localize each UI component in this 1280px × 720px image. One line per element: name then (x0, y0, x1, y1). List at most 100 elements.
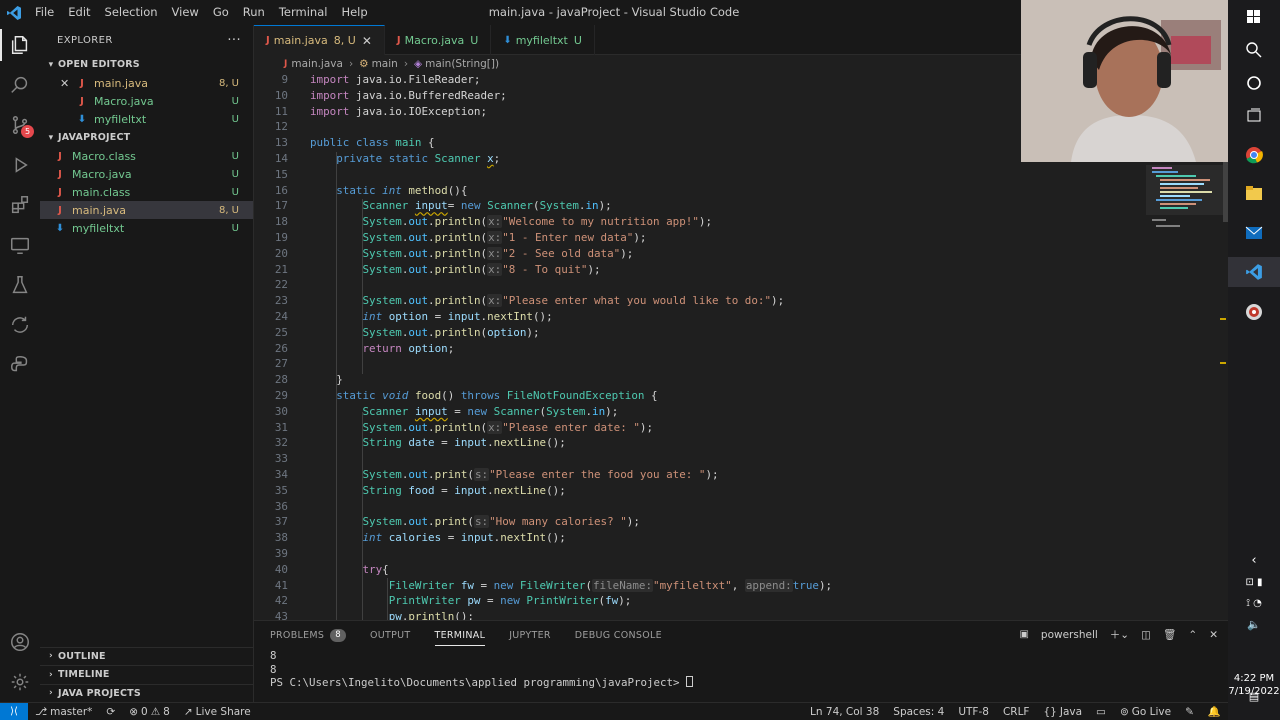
tab-debug-console[interactable]: DEBUG CONSOLE (575, 621, 662, 649)
breadcrumb-class[interactable]: main (372, 58, 398, 70)
menu-view[interactable]: View (165, 0, 206, 25)
end-of-line[interactable]: CRLF (996, 706, 1037, 718)
code-line: 40 try{ (274, 562, 389, 576)
menu-selection[interactable]: Selection (98, 0, 165, 25)
file-tree-item[interactable]: ⬇ myfileltxt U (40, 219, 253, 237)
volume-icon[interactable]: 🔈 (1228, 613, 1280, 635)
python-icon[interactable] (0, 345, 40, 385)
tab-myfileltxt[interactable]: ⬇ myfileltxt U (491, 25, 595, 55)
menu-file[interactable]: File (28, 0, 61, 25)
open-editor-item[interactable]: ⬇ myfileltxt U (40, 110, 253, 128)
run-debug-icon[interactable] (0, 145, 40, 185)
tab-jupyter[interactable]: JUPYTER (509, 621, 551, 649)
remote-indicator-icon[interactable]: ⟩⟨ (0, 702, 28, 720)
code-line: 34 System.out.print(s:"Please enter the … (274, 468, 719, 481)
cortana-icon[interactable] (1228, 68, 1280, 98)
windows-taskbar: ‹ ⊡ ▮ ⟟ ◔ 🔈 4:22 PM 7/19/2022 ▤ (1228, 0, 1280, 720)
encoding[interactable]: UTF-8 (951, 706, 996, 718)
manage-gear-icon[interactable] (0, 662, 40, 702)
tab-status: U (470, 33, 479, 47)
code-line: 17 Scanner input= new Scanner(System.in)… (274, 199, 612, 213)
file-name: Macro.class (72, 149, 136, 163)
code-line: 36 (274, 499, 288, 513)
tab-problems[interactable]: PROBLEMS 8 (270, 621, 346, 649)
new-terminal-icon[interactable]: ＋⌄ (1110, 627, 1129, 642)
windows-start-icon[interactable] (1228, 2, 1280, 32)
more-actions-icon[interactable]: ··· (227, 33, 241, 48)
language-mode[interactable]: {} Java (1036, 706, 1089, 718)
open-editors-header[interactable]: ▾ OPEN EDITORS (40, 55, 253, 74)
open-editor-item[interactable]: J Macro.java U (40, 92, 253, 110)
file-explorer-icon[interactable] (1228, 178, 1280, 208)
tab-main-java[interactable]: J main.java 8, U ✕ (254, 25, 385, 55)
open-editor-item[interactable]: ✕ J main.java 8, U (40, 74, 253, 92)
live-share-icon[interactable] (0, 305, 40, 345)
menu-help[interactable]: Help (334, 0, 374, 25)
chrome-icon[interactable] (1228, 140, 1280, 170)
tray-icons[interactable]: ⊡ ▮ (1228, 571, 1280, 593)
breadcrumb-file[interactable]: main.java (291, 58, 343, 70)
notifications-icon[interactable]: ▤ (1228, 686, 1280, 706)
mail-icon[interactable] (1228, 218, 1280, 248)
shell-selector[interactable]: powershell (1041, 629, 1098, 641)
branch-icon: ⎇ (35, 705, 48, 718)
accounts-icon[interactable] (0, 622, 40, 662)
menu-go[interactable]: Go (206, 0, 236, 25)
close-icon[interactable]: ✕ (362, 34, 372, 48)
menu-edit[interactable]: Edit (61, 0, 97, 25)
close-icon[interactable]: ✕ (1209, 629, 1218, 641)
go-live-button[interactable]: ⊚ Go Live (1113, 706, 1178, 718)
cursor-position[interactable]: Ln 74, Col 38 (803, 706, 886, 718)
menu-run[interactable]: Run (236, 0, 272, 25)
tab-output[interactable]: OUTPUT (370, 621, 411, 649)
bell-icon[interactable]: 🔔 (1201, 705, 1228, 718)
explorer-icon[interactable] (0, 25, 40, 65)
broadcast-icon: ⊚ (1119, 705, 1129, 718)
breadcrumb-method[interactable]: main(String[]) (425, 58, 499, 70)
trash-icon[interactable]: 🗑 (1163, 628, 1176, 641)
scrollbar-marker (1220, 362, 1226, 364)
file-tree-item[interactable]: J Macro.java U (40, 165, 253, 183)
terminal-cursor (686, 676, 694, 687)
split-terminal-icon[interactable]: ◫ (1141, 629, 1151, 641)
network-icon[interactable]: ⟟ ◔ (1228, 592, 1280, 614)
remote-explorer-icon[interactable] (0, 225, 40, 265)
vscode-taskbar-icon[interactable] (1228, 257, 1280, 287)
problems-indicator[interactable]: ⊗ 0 ⚠ 8 (122, 706, 177, 718)
terminal-prompt-line: PS C:\Users\Ingelito\Documents\applied p… (270, 676, 1228, 690)
terminal-output[interactable]: 8 8 PS C:\Users\Ingelito\Documents\appli… (254, 649, 1228, 690)
timeline-header[interactable]: › TIMELINE (40, 665, 253, 684)
source-control-icon[interactable]: 5 (0, 105, 40, 145)
problems-badge: 8 (330, 628, 346, 642)
layout-icon[interactable]: ▭ (1089, 706, 1113, 718)
feedback-icon[interactable]: ✎ (1178, 706, 1201, 718)
activity-bar: 5 (0, 25, 40, 702)
file-tree-item[interactable]: J Macro.class U (40, 147, 253, 165)
close-icon[interactable]: ✕ (60, 77, 74, 90)
tab-terminal[interactable]: TERMINAL (434, 621, 486, 649)
file-tree-item[interactable]: J main.java 8, U (40, 201, 253, 219)
search-icon[interactable] (1228, 35, 1280, 65)
java-projects-header[interactable]: › JAVA PROJECTS (40, 683, 253, 703)
maximize-panel-icon[interactable]: ⌃ (1188, 629, 1197, 641)
code-line: 41 FileWriter fw = new FileWriter(fileNa… (274, 578, 833, 592)
chevron-right-icon: › (49, 669, 53, 680)
file-status: U (231, 150, 239, 162)
status-bar: ⟩⟨ ⎇ master* ⟳ ⊗ 0 ⚠ 8 ↗ Live Share Ln 74, Co… (0, 702, 1228, 720)
sync-icon[interactable]: ⟳ (99, 706, 122, 718)
tab-macro-java[interactable]: J Macro.java U (385, 25, 492, 55)
menu-terminal[interactable]: Terminal (272, 0, 335, 25)
file-tree-item[interactable]: J main.class U (40, 183, 253, 201)
chevron-left-icon[interactable]: ‹ (1228, 549, 1280, 571)
extensions-icon[interactable] (0, 185, 40, 225)
code-line: 31 System.out.println(x:"Please enter da… (274, 420, 654, 434)
branch-indicator[interactable]: ⎇ master* (28, 706, 99, 718)
live-share-button[interactable]: ↗ Live Share (177, 706, 258, 718)
indentation[interactable]: Spaces: 4 (886, 706, 951, 718)
testing-icon[interactable] (0, 265, 40, 305)
recording-app-icon[interactable] (1228, 297, 1280, 327)
task-view-icon[interactable] (1228, 101, 1280, 131)
search-icon[interactable] (0, 65, 40, 105)
outline-header[interactable]: › OUTLINE (40, 646, 253, 666)
project-header[interactable]: ▾ JAVAPROJECT (40, 128, 253, 147)
